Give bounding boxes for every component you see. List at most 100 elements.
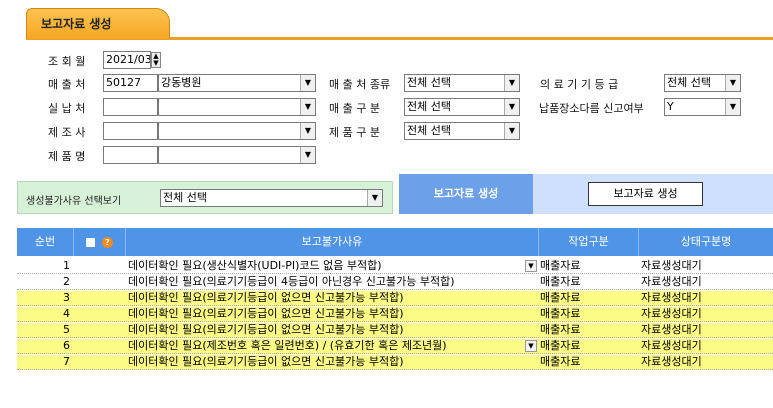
table-row[interactable]: 7 데이터확인 필요(의료기기등급이 없으면 신고불가능 부적합) 매출자료 자료생성… — [17, 355, 773, 370]
row-number: 6 — [63, 339, 70, 352]
reason-filter-select[interactable]: 전체 선택 ▼ — [160, 189, 383, 207]
row-status: 자료생성대기 — [641, 259, 702, 272]
row-reason-text: 데이터확인 필요(의료기기등급이 없으면 신고불가능 부적합) — [128, 307, 404, 320]
chevron-down-icon: ▼ — [300, 75, 315, 91]
device-grade-label: 의 료 기 기 등 급 — [540, 78, 619, 91]
product-div-select[interactable]: 전체 선택 ▼ — [404, 122, 520, 140]
tab-report-generation[interactable]: 보고자료 생성 — [26, 8, 170, 39]
maker-label: 제 조 사 — [48, 126, 86, 139]
table-row[interactable]: 2 데이터확인 필요(의료기기등급이 4등급이 아닌경우 신고불가능 부적합) 매출… — [17, 275, 773, 290]
device-grade-select[interactable]: 전체 선택 ▼ — [664, 74, 741, 92]
header-work[interactable]: 작업구분 — [539, 228, 639, 256]
row-reason-text: 데이터확인 필요(생산식별자(UDI-PI)코드 없음 부적합) — [128, 259, 382, 272]
payer-name-select[interactable]: ▼ — [158, 98, 316, 116]
period-spinner[interactable]: ▲ ▼ — [151, 52, 161, 68]
table-row[interactable]: 6 데이터확인 필요(제조번호 혹은 일련번호) / (유효기한 혹은 제조년월)… — [17, 339, 773, 354]
row-reason[interactable]: 데이터확인 필요(의료기기등급이 없으면 신고불가능 부적합) — [128, 307, 539, 322]
product-name-select[interactable]: ▼ — [158, 146, 316, 164]
generate-report-button[interactable]: 보고자료 생성 — [588, 182, 703, 206]
row-status: 자료생성대기 — [641, 339, 702, 352]
sales-label: 매 출 처 — [48, 78, 86, 91]
table-row[interactable]: 3 데이터확인 필요(의료기기등급이 없으면 신고불가능 부적합) 매출자료 자료생성… — [17, 291, 773, 306]
grid-header: 순번 ? 보고불가사유 작업구분 상태구분명 — [17, 228, 773, 256]
table-row[interactable]: 4 데이터확인 필요(의료기기등급이 없으면 신고불가능 부적합) 매출자료 자료생성… — [17, 307, 773, 322]
reason-filter-label: 생성불가사유 선택보기 — [26, 196, 122, 207]
maker-code-input[interactable] — [103, 122, 158, 140]
product-label: 제 품 명 — [48, 150, 86, 163]
chevron-down-icon[interactable]: ▼ — [525, 260, 537, 272]
row-number: 1 — [63, 259, 70, 272]
table-row[interactable]: 1 데이터확인 필요(생산식별자(UDI-PI)코드 없음 부적합) ▼ 매출자료 자료… — [17, 259, 773, 274]
row-reason[interactable]: 데이터확인 필요(의료기기등급이 없으면 신고불가능 부적합) — [128, 291, 539, 306]
row-status: 자료생성대기 — [641, 307, 702, 320]
header-no[interactable]: 순번 — [17, 228, 74, 256]
sales-name-select[interactable]: 강동병원 ▼ — [158, 74, 316, 92]
chevron-down-icon: ▼ — [300, 99, 315, 115]
row-work: 매출자료 — [540, 339, 581, 352]
row-reason-text: 데이터확인 필요(의료기기등급이 4등급이 아닌경우 신고불가능 부적합) — [128, 275, 455, 288]
row-number: 7 — [63, 355, 70, 368]
row-work: 매출자료 — [540, 291, 581, 304]
device-grade-value: 전체 선택 — [667, 76, 711, 89]
payer-code-input[interactable] — [103, 98, 158, 116]
row-number: 4 — [63, 307, 70, 320]
row-status: 자료생성대기 — [641, 323, 702, 336]
row-work: 매출자료 — [540, 307, 581, 320]
product-div-label: 제 품 구 분 — [329, 126, 380, 139]
period-input[interactable]: 2021/03 — [103, 51, 151, 69]
report-generation-bar: 보고자료 생성 보고자료 생성 — [399, 174, 773, 214]
row-reason-text: 데이터확인 필요(의료기기등급이 없으면 신고불가능 부적합) — [128, 323, 404, 336]
chevron-down-icon: ▼ — [725, 99, 740, 115]
row-number: 2 — [63, 275, 70, 288]
chevron-down-icon: ▼ — [504, 99, 519, 115]
select-all-checkbox[interactable] — [86, 237, 95, 247]
report-flag-label: 납품장소다름 신고여부 — [539, 102, 644, 115]
chevron-down-icon: ▼ — [300, 147, 315, 163]
row-work: 매출자료 — [540, 323, 581, 336]
row-status: 자료생성대기 — [641, 355, 702, 368]
product-code-input[interactable] — [103, 146, 158, 164]
row-work: 매출자료 — [540, 259, 581, 272]
sales-code-input[interactable]: 50127 — [103, 74, 158, 92]
row-number: 3 — [63, 291, 70, 304]
row-reason-text: 데이터확인 필요(의료기기등급이 없으면 신고불가능 부적합) — [128, 355, 404, 368]
sales-type-label: 매 출 처 종류 — [329, 78, 391, 91]
chevron-down-icon: ▼ — [504, 75, 519, 91]
maker-name-select[interactable]: ▼ — [158, 122, 316, 140]
row-status: 자료생성대기 — [641, 275, 702, 288]
chevron-down-icon: ▼ — [504, 123, 519, 139]
row-status: 자료생성대기 — [641, 291, 702, 304]
row-reason[interactable]: 데이터확인 필요(의료기기등급이 없으면 신고불가능 부적합) — [128, 355, 539, 370]
header-reason[interactable]: 보고불가사유 — [126, 228, 539, 256]
chevron-down-icon: ▼ — [300, 123, 315, 139]
sales-name-value: 강동병원 — [161, 76, 202, 89]
row-work: 매출자료 — [540, 275, 581, 288]
product-div-value: 전체 선택 — [407, 124, 451, 137]
report-section-label: 보고자료 생성 — [399, 174, 533, 214]
sales-type-select[interactable]: 전체 선택 ▼ — [404, 74, 520, 92]
row-reason-text: 데이터확인 필요(의료기기등급이 없으면 신고불가능 부적합) — [128, 291, 404, 304]
sales-div-value: 전체 선택 — [407, 100, 451, 113]
row-reason[interactable]: 데이터확인 필요(의료기기등급이 없으면 신고불가능 부적합) — [128, 323, 539, 338]
reason-filter-value: 전체 선택 — [163, 191, 207, 204]
row-reason-text: 데이터확인 필요(제조번호 혹은 일련번호) / (유효기한 혹은 제조년월) — [128, 339, 447, 352]
reason-filter-bar: 생성불가사유 선택보기 전체 선택 ▼ — [17, 181, 393, 214]
payer-label: 실 납 처 — [48, 102, 86, 115]
period-label: 조 회 월 — [48, 55, 86, 68]
row-reason[interactable]: 데이터확인 필요(생산식별자(UDI-PI)코드 없음 부적합) ▼ — [128, 259, 539, 274]
chevron-down-icon: ▼ — [725, 75, 740, 91]
report-flag-value: Y — [667, 100, 674, 113]
header-status[interactable]: 상태구분명 — [639, 228, 773, 256]
row-work: 매출자료 — [540, 355, 581, 368]
row-reason[interactable]: 데이터확인 필요(제조번호 혹은 일련번호) / (유효기한 혹은 제조년월) ▼ — [128, 339, 539, 354]
row-reason[interactable]: 데이터확인 필요(의료기기등급이 4등급이 아닌경우 신고불가능 부적합) — [128, 275, 539, 290]
chevron-down-icon: ▼ — [367, 190, 382, 206]
help-icon[interactable]: ? — [102, 236, 113, 248]
chevron-down-icon[interactable]: ▼ — [525, 340, 537, 352]
tab-strip: 보고자료 생성 — [0, 0, 773, 40]
report-flag-select[interactable]: Y ▼ — [664, 98, 741, 116]
sales-div-select[interactable]: 전체 선택 ▼ — [404, 98, 520, 116]
sales-type-value: 전체 선택 — [407, 76, 451, 89]
sales-div-label: 매 출 구 분 — [329, 102, 380, 115]
table-row[interactable]: 5 데이터확인 필요(의료기기등급이 없으면 신고불가능 부적합) 매출자료 자료생성… — [17, 323, 773, 338]
